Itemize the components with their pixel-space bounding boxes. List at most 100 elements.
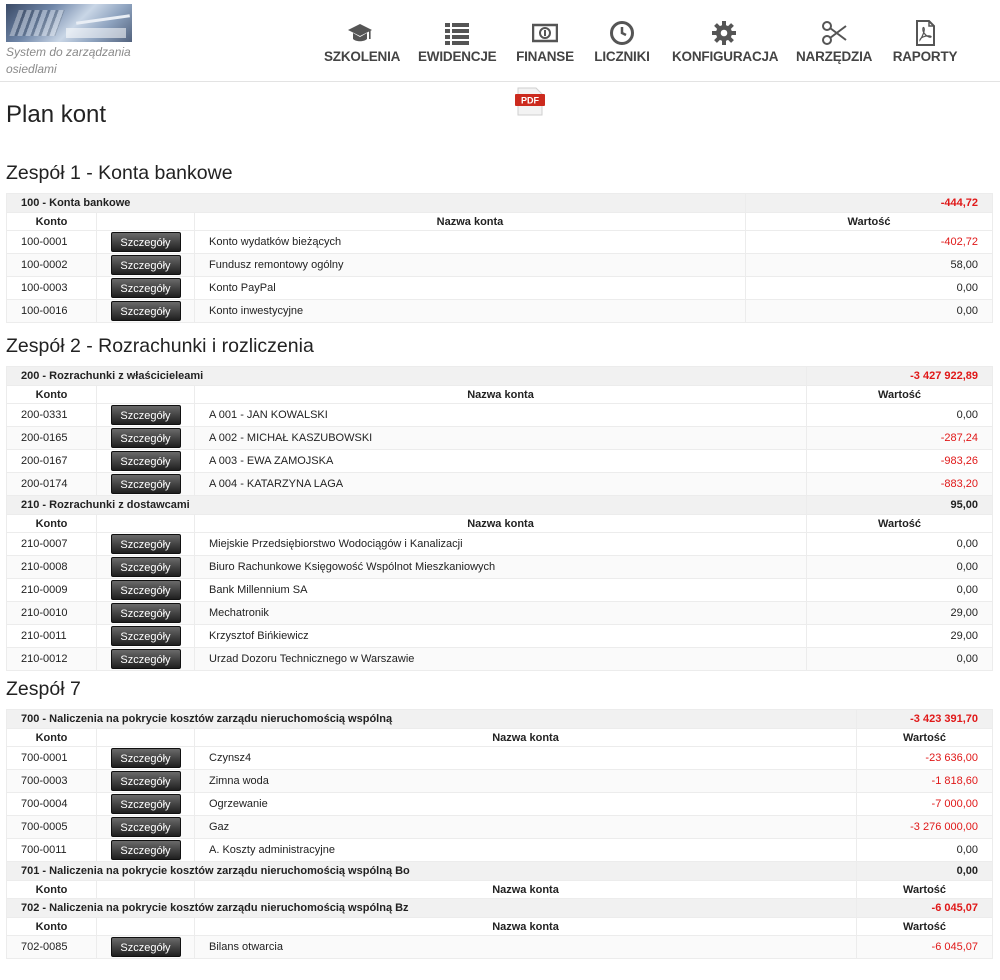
- details-button[interactable]: Szczegóły: [110, 603, 181, 623]
- account-value: -402,72: [745, 230, 993, 254]
- details-button[interactable]: Szczegóły: [110, 748, 181, 768]
- details-button[interactable]: Szczegóły: [110, 840, 181, 860]
- account-value: 29,00: [806, 601, 994, 625]
- account-name: A 003 - EWA ZAMOJSKA: [193, 449, 808, 473]
- table-row: 700-0011 Szczegóły A. Koszty administrac…: [6, 838, 994, 862]
- account-name: Konto wydatków bieżących: [194, 230, 746, 254]
- details-button[interactable]: Szczegóły: [110, 649, 181, 669]
- column-header-row: Konto Nazwa konta Wartość: [6, 880, 994, 899]
- details-button[interactable]: Szczegóły: [110, 817, 181, 837]
- account-name: Krzysztof Bińkiewicz: [193, 624, 808, 648]
- account-name: A 001 - JAN KOWALSKI: [193, 403, 808, 427]
- account-value: 0,00: [806, 532, 994, 556]
- nav-item-raporty[interactable]: RAPORTY: [892, 20, 958, 70]
- pdf-export-icon[interactable]: PDF: [514, 86, 546, 116]
- account-value: -6 045,07: [856, 935, 994, 959]
- account-number: 210-0008: [6, 555, 97, 579]
- section-total: 0,00: [856, 861, 994, 881]
- table-row: 200-0165 Szczegóły A 002 - MICHAŁ KASZUB…: [6, 426, 994, 450]
- account-name: Bilans otwarcia: [193, 935, 858, 959]
- details-button[interactable]: Szczegóły: [110, 278, 181, 298]
- section-header: 702 - Naliczenia na pokrycie kosztów zar…: [5, 898, 994, 918]
- nav-item-szkolenia[interactable]: SZKOLENIA: [324, 20, 400, 70]
- account-number: 702-0085: [6, 935, 97, 959]
- table-row: 210-0008 Szczegóły Biuro Rachunkowe Księ…: [6, 555, 994, 579]
- column-header-konto: Konto: [6, 212, 97, 231]
- account-number: 700-0004: [6, 792, 97, 816]
- column-header-wartosc: Wartość: [806, 514, 994, 533]
- account-name: Urzad Dozoru Technicznego w Warszawie: [193, 647, 808, 671]
- table-row: 100-0016 Szczegóły Konto inwestycyjne 0,…: [6, 299, 993, 323]
- details-button[interactable]: Szczegóły: [110, 451, 181, 471]
- details-button[interactable]: Szczegóły: [110, 580, 181, 600]
- account-name: Zimna woda: [193, 769, 858, 793]
- details-button[interactable]: Szczegóły: [110, 474, 181, 494]
- column-header-konto: Konto: [6, 728, 97, 747]
- nav-item-konfiguracja[interactable]: KONFIGURACJA: [672, 20, 779, 70]
- account-value: 29,00: [806, 624, 994, 648]
- account-name: Ogrzewanie: [193, 792, 858, 816]
- column-header-konto: Konto: [6, 880, 97, 899]
- details-button[interactable]: Szczegóły: [110, 255, 181, 275]
- section-name: 700 - Naliczenia na pokrycie kosztów zar…: [5, 709, 858, 729]
- account-number: 100-0003: [6, 276, 97, 300]
- nav-item-ewidencje[interactable]: EWIDENCJE: [418, 20, 497, 70]
- account-number: 200-0174: [6, 472, 97, 496]
- details-button[interactable]: Szczegóły: [110, 557, 181, 577]
- account-value: -883,20: [806, 472, 994, 496]
- table-row: 210-0011 Szczegóły Krzysztof Bińkiewicz …: [6, 624, 994, 648]
- account-value: 0,00: [745, 299, 993, 323]
- account-value: 0,00: [806, 578, 994, 602]
- details-button[interactable]: Szczegóły: [110, 428, 181, 448]
- accounts-table: 700 - Naliczenia na pokrycie kosztów zar…: [5, 709, 994, 959]
- page-title: Plan kont: [6, 101, 107, 128]
- table-row: 100-0001 Szczegóły Konto wydatków bieżąc…: [6, 230, 993, 254]
- pdf-label: PDF: [521, 96, 540, 106]
- table-row: 700-0001 Szczegóły Czynsz4 -23 636,00: [6, 746, 994, 770]
- details-button[interactable]: Szczegóły: [110, 301, 181, 321]
- column-header-wartosc: Wartość: [856, 917, 994, 936]
- account-number: 700-0001: [6, 746, 97, 770]
- account-value: 0,00: [806, 403, 994, 427]
- account-value: 0,00: [806, 555, 994, 579]
- account-number: 210-0012: [6, 647, 97, 671]
- details-button[interactable]: Szczegóły: [110, 534, 181, 554]
- account-number: 210-0010: [6, 601, 97, 625]
- details-button[interactable]: Szczegóły: [110, 232, 181, 252]
- column-header-row: Konto Nazwa konta Wartość: [6, 514, 994, 533]
- column-header-konto: Konto: [6, 514, 97, 533]
- money-icon: [532, 23, 558, 43]
- pdf-file-icon: [916, 20, 935, 46]
- details-button[interactable]: Szczegóły: [110, 794, 181, 814]
- account-name: Miejskie Przedsiębiorstwo Wodociągów i K…: [193, 532, 808, 556]
- details-button[interactable]: Szczegóły: [110, 937, 181, 957]
- column-header-row: Konto Nazwa konta Wartość: [6, 212, 993, 231]
- column-header-konto: Konto: [6, 917, 97, 936]
- nav-item-finanse[interactable]: FINANSE: [516, 20, 574, 70]
- details-button[interactable]: Szczegóły: [110, 405, 181, 425]
- list-icon: [445, 23, 469, 45]
- nav-item-narzedzia[interactable]: NARZĘDZIA: [796, 20, 872, 70]
- account-value: -3 276 000,00: [856, 815, 994, 839]
- account-value: 58,00: [745, 253, 993, 277]
- account-name: Czynsz4: [193, 746, 858, 770]
- column-header-row: Konto Nazwa konta Wartość: [6, 917, 994, 936]
- column-header-nazwa: Nazwa konta: [193, 728, 858, 747]
- column-header-wartosc: Wartość: [856, 728, 994, 747]
- section-header: 700 - Naliczenia na pokrycie kosztów zar…: [5, 709, 994, 729]
- details-button[interactable]: Szczegóły: [110, 771, 181, 791]
- column-header-nazwa: Nazwa konta: [194, 212, 746, 231]
- account-name: Bank Millennium SA: [193, 578, 808, 602]
- table-row: 702-0085 Szczegóły Bilans otwarcia -6 04…: [6, 935, 994, 959]
- section-header: 100 - Konta bankowe -444,72: [6, 193, 993, 213]
- table-row: 700-0003 Szczegóły Zimna woda -1 818,60: [6, 769, 994, 793]
- gear-icon: [712, 21, 736, 45]
- nav-item-liczniki[interactable]: LICZNIKI: [594, 20, 650, 70]
- table-row: 210-0009 Szczegóły Bank Millennium SA 0,…: [6, 578, 994, 602]
- account-number: 700-0005: [6, 815, 97, 839]
- column-header-wartosc: Wartość: [745, 212, 993, 231]
- details-button[interactable]: Szczegóły: [110, 626, 181, 646]
- account-name: Gaz: [193, 815, 858, 839]
- table-row: 700-0004 Szczegóły Ogrzewanie -7 000,00: [6, 792, 994, 816]
- account-number: 210-0009: [6, 578, 97, 602]
